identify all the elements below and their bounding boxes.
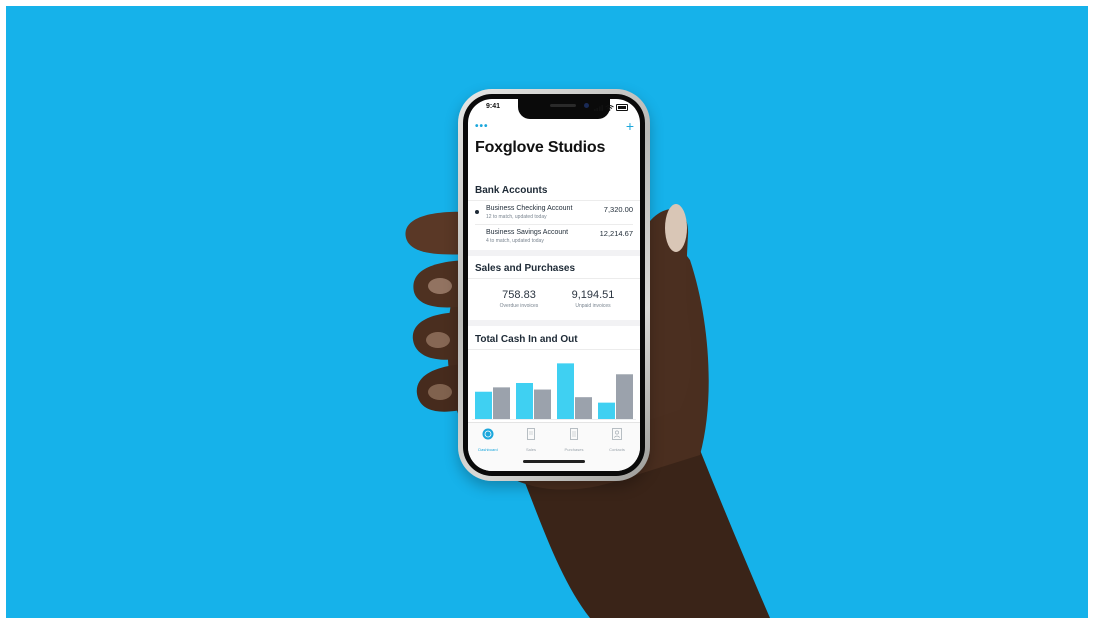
ellipsis-icon[interactable]: ••• (475, 121, 489, 132)
speaker (550, 104, 576, 107)
account-row-checking[interactable]: Business Checking Account 12 to match, u… (468, 203, 640, 225)
account-amount: 7,320.00 (603, 205, 633, 214)
battery-icon (616, 104, 628, 111)
stat-label: Overdue invoices (499, 303, 539, 309)
stat-label: Unpaid invoices (575, 303, 611, 309)
section-gap (468, 250, 640, 256)
account-amount: 12,214.67 (599, 229, 633, 238)
account-subtitle: 4 to match, updated today (486, 238, 544, 244)
cash-in-out-chart[interactable]: AprMayJunJul (472, 355, 636, 431)
account-row-savings[interactable]: Business Savings Account 4 to match, upd… (468, 227, 640, 249)
divider (468, 278, 640, 279)
stat-value: 9,194.51 (571, 289, 615, 301)
bank-accounts-title: Bank Accounts (475, 185, 548, 196)
tab-contacts[interactable]: Contacts (597, 427, 637, 452)
camera (584, 103, 589, 108)
cash-chart-title: Total Cash In and Out (475, 334, 578, 345)
status-time: 9:41 (486, 103, 501, 110)
sales-document-icon (527, 428, 535, 440)
bar-jun-series-1[interactable] (557, 363, 574, 419)
status-icons (594, 104, 628, 111)
tab-bar: Dashboard Sales Purchases Contacts (468, 422, 640, 471)
divider (475, 224, 633, 225)
signal-icon (594, 104, 603, 111)
dashboard-icon (482, 428, 494, 440)
tab-purchases[interactable]: Purchases (554, 427, 594, 452)
bar-may-series-2[interactable] (534, 389, 551, 419)
contacts-icon (612, 428, 622, 440)
page-title: Foxglove Studios (475, 139, 606, 156)
tab-label: Sales (525, 447, 536, 452)
account-subtitle: 12 to match, updated today (486, 214, 547, 220)
divider (468, 200, 640, 201)
purchases-document-icon (570, 428, 578, 440)
stat-value: 758.83 (502, 289, 536, 301)
bar-jul-series-2[interactable] (616, 374, 633, 419)
tab-sales[interactable]: Sales (511, 427, 551, 452)
account-name: Business Savings Account (486, 229, 569, 236)
plus-icon[interactable]: + (626, 118, 634, 134)
tab-label: Dashboard (478, 447, 498, 452)
app-screen: 9:41 ••• + Foxglove Studios Bank Account… (468, 99, 640, 471)
bar-apr-series-2[interactable] (493, 387, 510, 419)
bar-may-series-1[interactable] (516, 383, 533, 419)
tab-label: Purchases (564, 447, 584, 452)
bar-apr-series-1[interactable] (475, 391, 492, 419)
account-name: Business Checking Account (486, 205, 573, 212)
wifi-icon (605, 104, 614, 111)
unpaid-invoices-stat[interactable]: 9,194.51 Unpaid invoices (558, 289, 628, 309)
home-indicator (523, 460, 585, 463)
phone: 9:41 ••• + Foxglove Studios Bank Account… (458, 89, 650, 481)
bar-jun-series-2[interactable] (575, 397, 592, 419)
bar-jul-series-1[interactable] (598, 402, 615, 419)
selected-dot-icon (475, 210, 479, 214)
tab-label: Contacts (609, 447, 625, 452)
sales-purchases-title: Sales and Purchases (475, 263, 576, 274)
overdue-invoices-stat[interactable]: 758.83 Overdue invoices (484, 289, 554, 309)
section-gap (468, 320, 640, 326)
divider (468, 349, 640, 350)
tab-dashboard[interactable]: Dashboard (468, 427, 508, 452)
